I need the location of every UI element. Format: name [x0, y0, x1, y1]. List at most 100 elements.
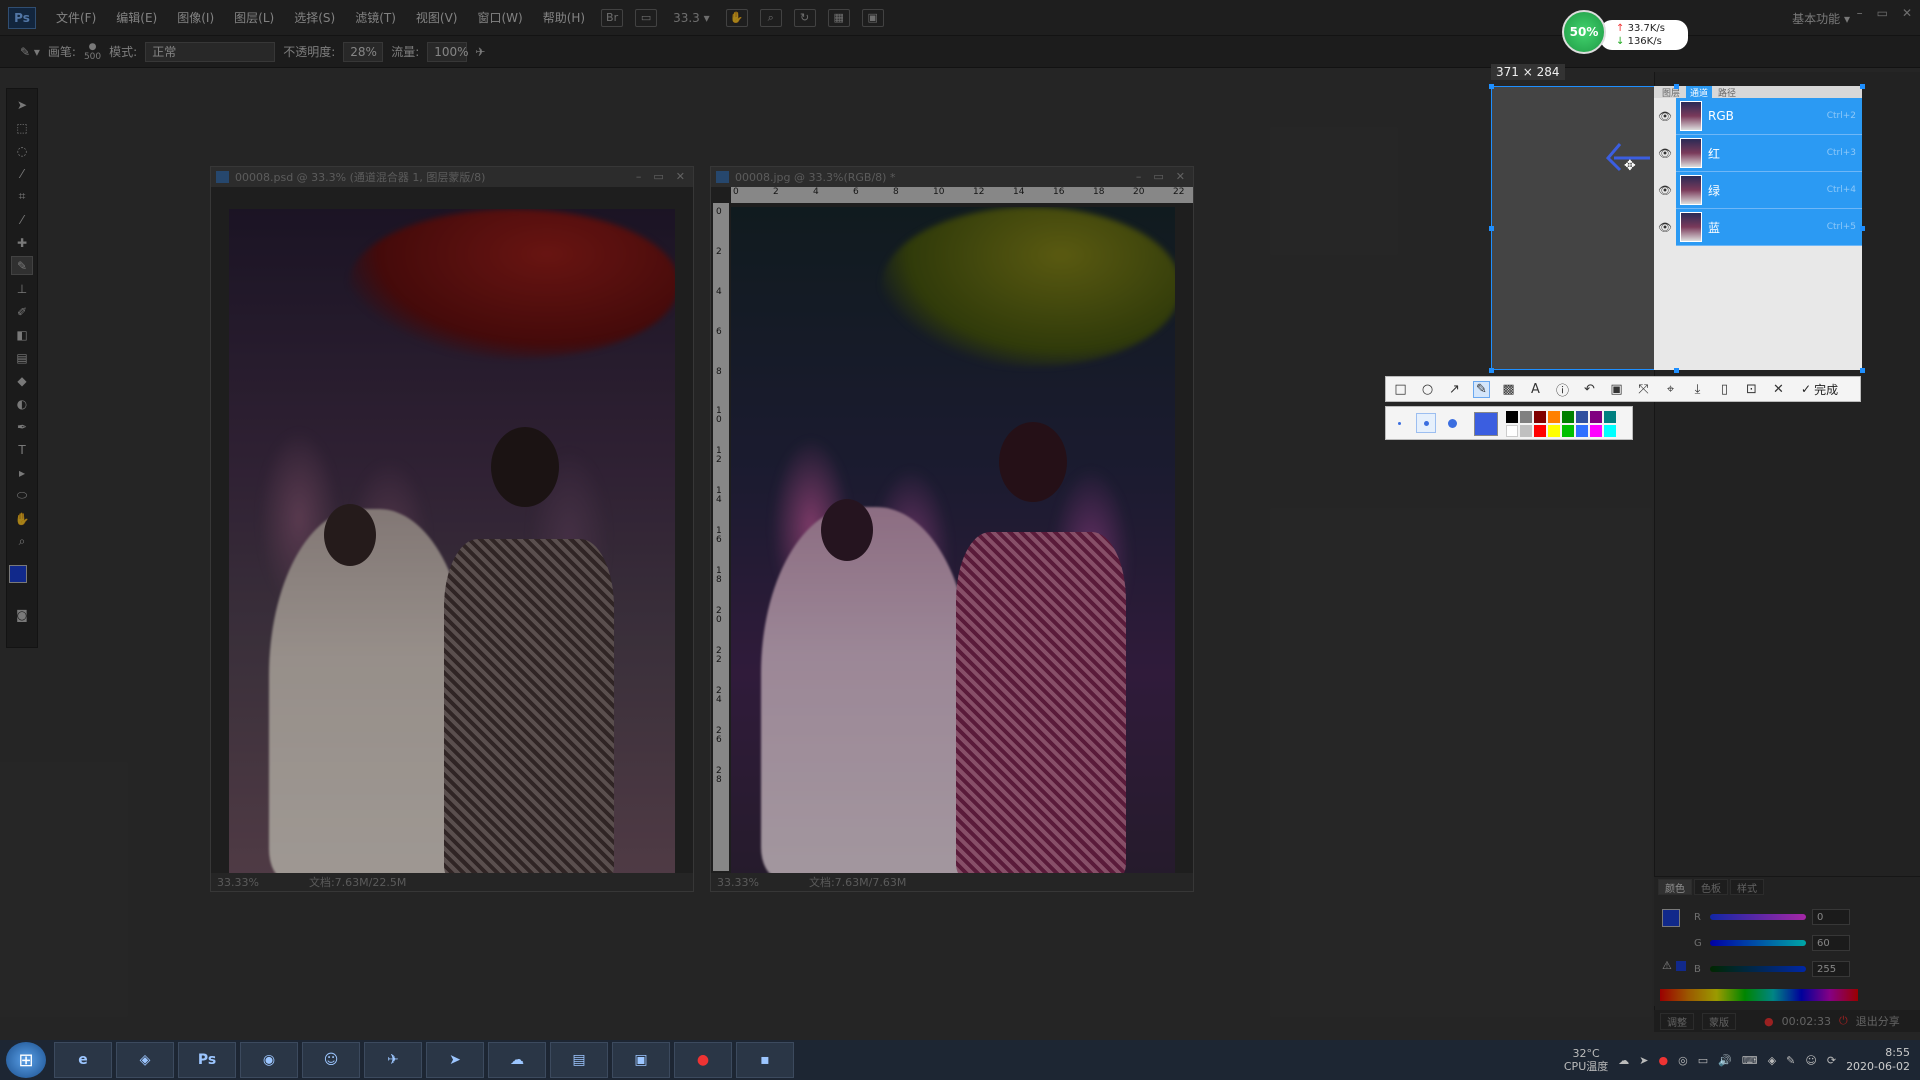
tray-app-icon[interactable]: ◎: [1678, 1054, 1688, 1067]
network-speed-widget[interactable]: ↑ 33.7K/s ↓ 136K/s 50%: [1562, 10, 1692, 54]
workspace-switcher[interactable]: 基本功能 ▾: [1792, 10, 1850, 27]
color-spectrum[interactable]: [1660, 989, 1858, 1001]
tab-paths[interactable]: 路径: [1714, 86, 1740, 99]
palette-swatch[interactable]: [1590, 411, 1602, 423]
resize-handle[interactable]: [1489, 368, 1494, 373]
path-select-tool-icon[interactable]: ▸: [11, 463, 33, 482]
eraser-tool-icon[interactable]: ◧: [11, 325, 33, 344]
tab-channels[interactable]: 通道: [1686, 86, 1713, 99]
slider-b[interactable]: B 255: [1694, 961, 1850, 977]
lasso-tool-icon[interactable]: ◌: [11, 141, 33, 160]
screen-mode-icon[interactable]: ▭: [635, 8, 658, 27]
tray-network-icon[interactable]: ☁: [1618, 1054, 1629, 1067]
resize-handle[interactable]: [1674, 84, 1679, 89]
done-button[interactable]: ✓ 完成: [1801, 381, 1838, 398]
dodge-tool-icon[interactable]: ◐: [11, 394, 33, 413]
resize-handle[interactable]: [1489, 226, 1494, 231]
palette-swatch[interactable]: [1548, 425, 1560, 437]
tab-adjustments[interactable]: 调整: [1660, 1012, 1694, 1030]
resize-handle[interactable]: [1860, 226, 1865, 231]
rotate-view-icon[interactable]: ↻: [793, 8, 816, 27]
channel-row[interactable]: 👁 绿 Ctrl+4: [1654, 171, 1862, 209]
shape-tool-icon[interactable]: ⬭: [11, 486, 33, 505]
zoom-readout[interactable]: 33.33%: [717, 876, 759, 889]
palette-swatch[interactable]: [1506, 425, 1518, 437]
taskbar-app-photoshop[interactable]: Ps: [178, 1042, 236, 1078]
eyedropper-tool-icon[interactable]: ⁄: [11, 210, 33, 229]
palette-swatch[interactable]: [1506, 411, 1518, 423]
flow-field[interactable]: 100%: [427, 41, 469, 62]
slider-track-g[interactable]: [1710, 940, 1806, 946]
minimize-icon[interactable]: –: [1857, 6, 1863, 20]
mosaic-tool-icon[interactable]: ▩: [1500, 381, 1517, 398]
menu-select[interactable]: 选择(S): [284, 9, 345, 26]
text-tool-icon[interactable]: A: [1527, 381, 1544, 398]
undo-icon[interactable]: ↶: [1581, 381, 1598, 398]
menu-window[interactable]: 窗口(W): [467, 9, 532, 26]
screen-layout-icon[interactable]: ▣: [861, 8, 884, 27]
size-large-option[interactable]: [1448, 419, 1457, 428]
arrange-docs-icon[interactable]: ▦: [827, 8, 850, 27]
menu-edit[interactable]: 编辑(E): [106, 9, 167, 26]
tray-keyboard-icon[interactable]: ⌨: [1742, 1054, 1758, 1067]
bridge-icon[interactable]: Br: [601, 8, 624, 27]
translate-icon[interactable]: ⤧: [1635, 381, 1652, 398]
gradient-tool-icon[interactable]: ▤: [11, 348, 33, 367]
tray-pen-icon[interactable]: ✎: [1786, 1054, 1795, 1067]
taskbar-app-recorder-icon[interactable]: ●: [674, 1042, 732, 1078]
type-tool-icon[interactable]: T: [11, 440, 33, 459]
palette-swatch[interactable]: [1576, 425, 1588, 437]
eye-icon[interactable]: 👁: [1654, 208, 1676, 246]
pen-tool-icon[interactable]: ✒: [11, 417, 33, 436]
tray-shield-icon[interactable]: ◈: [1768, 1054, 1776, 1067]
brush-tool-icon[interactable]: ✎ ▾: [20, 45, 40, 59]
tray-arrow-icon[interactable]: ➤: [1639, 1054, 1648, 1067]
download-icon[interactable]: ⤓: [1689, 381, 1706, 398]
color-panel-foreground[interactable]: [1662, 909, 1680, 927]
palette-swatch[interactable]: [1562, 425, 1574, 437]
zoom-readout[interactable]: 33.33%: [217, 876, 259, 889]
document-canvas[interactable]: [229, 209, 675, 873]
resize-handle[interactable]: [1489, 84, 1494, 89]
b-value[interactable]: 255: [1812, 961, 1850, 977]
tray-qq-icon[interactable]: ☺: [1805, 1054, 1816, 1067]
restore-icon[interactable]: ▭: [1877, 6, 1888, 20]
brush-tool-icon[interactable]: ✎: [11, 256, 33, 275]
zoom-select[interactable]: 33.3 ▾: [673, 11, 710, 25]
document-canvas[interactable]: [731, 207, 1175, 873]
palette-swatch[interactable]: [1534, 411, 1546, 423]
airbrush-icon[interactable]: ✈: [475, 45, 485, 59]
channel-row[interactable]: 👁 蓝 Ctrl+5: [1654, 208, 1862, 246]
channel-row[interactable]: 👁 RGB Ctrl+2: [1654, 97, 1862, 135]
warning-icon[interactable]: ⚠: [1662, 959, 1672, 972]
stamp-tool-icon[interactable]: ⊥: [11, 279, 33, 298]
ellipse-tool-icon[interactable]: ○: [1419, 381, 1436, 398]
tab-color[interactable]: 颜色: [1658, 879, 1692, 895]
taskbar-app-browser-icon[interactable]: e: [54, 1042, 112, 1078]
blur-tool-icon[interactable]: ◆: [11, 371, 33, 390]
pen-tool-icon[interactable]: ✎: [1473, 380, 1490, 398]
tray-record-icon[interactable]: ●: [1658, 1054, 1668, 1067]
palette-swatch[interactable]: [1604, 411, 1616, 423]
slider-track-r[interactable]: [1710, 914, 1806, 920]
size-small-option[interactable]: [1398, 422, 1401, 425]
palette-swatch[interactable]: [1548, 411, 1560, 423]
cpu-temp-widget[interactable]: 32°C CPU温度: [1564, 1047, 1608, 1073]
taskbar-app-security-icon[interactable]: ◈: [116, 1042, 174, 1078]
exit-share-button[interactable]: 退出分享: [1856, 1013, 1900, 1029]
palette-swatch[interactable]: [1520, 425, 1532, 437]
menu-file[interactable]: 文件(F): [46, 9, 106, 26]
clock[interactable]: 8:55 2020-06-02: [1846, 1046, 1910, 1074]
taskbar-app-feishu-icon[interactable]: ➤: [426, 1042, 484, 1078]
minimize-icon[interactable]: –: [636, 170, 642, 183]
resize-handle[interactable]: [1860, 84, 1865, 89]
r-value[interactable]: 0: [1812, 909, 1850, 925]
tray-update-icon[interactable]: ⟳: [1827, 1054, 1836, 1067]
tray-volume-icon[interactable]: 🔊: [1718, 1054, 1732, 1067]
mode-select[interactable]: 正常: [145, 41, 276, 62]
marquee-tool-icon[interactable]: ⬚: [11, 118, 33, 137]
taskbar-app-screenshot-icon[interactable]: ▣: [612, 1042, 670, 1078]
horizontal-ruler[interactable]: 0 2 4 6 8 10 12 14 16 18 20 22: [731, 187, 1193, 203]
close-icon[interactable]: ✕: [676, 170, 685, 183]
ocr-icon[interactable]: ▣: [1608, 381, 1625, 398]
